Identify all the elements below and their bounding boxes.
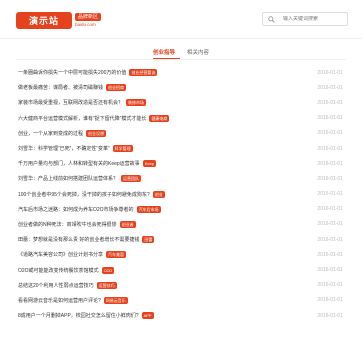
list-item[interactable]: 创业，一个从家到变成的过程 创业设想 2016-01-01 <box>18 126 343 141</box>
search-icon[interactable] <box>268 15 275 23</box>
article-title[interactable]: 《道路汽车美容公司》创业计划书分享 <box>18 251 103 258</box>
article-date: 2016-01-01 <box>317 175 343 182</box>
search-input[interactable] <box>283 16 343 22</box>
article-date: 2016-01-01 <box>317 282 343 289</box>
article-title[interactable]: 总结这20个利用人性弱点运营技巧 <box>18 282 94 289</box>
site-logo[interactable]: 演示站 品牌新区 baidu.com <box>16 11 102 29</box>
tab-startup-guide[interactable]: 创业指导 <box>149 46 179 58</box>
article-date: 2016-01-01 <box>317 312 343 319</box>
list-item[interactable]: 看看网游云音乐是如何运营用户评论? 网易云音乐 2016-01-01 <box>18 293 343 308</box>
article-date: 2016-01-01 <box>317 84 343 91</box>
tab-related-content[interactable]: 相关内容 <box>183 46 213 58</box>
list-item[interactable]: 家装市场最受重视，互联网改造是否还有机会？ 装修市场 2016-01-01 <box>18 95 343 110</box>
list-item[interactable]: 100个创业者中95个会死掉，没干掉的孩子如何避免成狗东? 创业 2016-01-0… <box>18 187 343 202</box>
article-title[interactable]: 汽车后市场之迷路：如何成为养车O2O市场争尊者的 <box>18 206 134 213</box>
article-title[interactable]: 做老板最痛苦：谋局者、被清司磁赚钱 <box>18 84 103 91</box>
list-item[interactable]: 千万用户量均与部门，人林和转型有关的Keep运营故事 Keep 2016-01-01 <box>18 156 343 171</box>
article-tag[interactable]: 创业设想 <box>86 129 107 137</box>
article-tag[interactable]: 创业者 <box>119 220 136 228</box>
article-tag[interactable]: O2O <box>101 266 115 274</box>
article-title[interactable]: 看看网游云音乐是如何运营用户评论? <box>18 297 101 304</box>
article-date: 2016-01-01 <box>317 251 343 258</box>
article-tag[interactable]: 运营技巧 <box>96 281 117 289</box>
article-title[interactable]: 刘雪华：产品上线前如何搭建团队运营体系？ <box>18 175 118 182</box>
article-title[interactable]: O2O或可能能改变传统餐饮茶馆模式 <box>18 267 99 274</box>
list-item[interactable]: 一条圈曲诉你损失一个中层可能损失200万的价值 创业经营要诀 2016-01-01 <box>18 65 343 80</box>
article-tag[interactable]: 健康电商 <box>149 114 170 122</box>
article-tag[interactable]: 创业招商 <box>106 84 127 92</box>
article-tag[interactable]: 汽车美容 <box>106 251 127 259</box>
list-item[interactable]: 《道路汽车美容公司》创业计划书分享 汽车美容 2016-01-01 <box>18 247 343 262</box>
logo-domain: baidu.com <box>75 22 96 27</box>
article-title[interactable]: 创业者做的N种死法：商靖吹牛也会死得很惨 <box>18 221 117 228</box>
article-date: 2016-01-01 <box>317 99 343 106</box>
article-title[interactable]: 刘雪华：科学管理“已死”，不确定性“变革” <box>18 145 110 152</box>
article-title[interactable]: 8成用户一个月删掉APP，校园社交怎么留住小鲜肉们? <box>18 312 139 319</box>
logo-mark: 演示站 <box>16 11 72 29</box>
article-title[interactable]: 100个创业者中95个会死掉，没干掉的孩子如何避免成狗东? <box>18 191 150 198</box>
article-title[interactable]: 千万用户量均与部门，人林和转型有关的Keep运营故事 <box>18 160 140 167</box>
search-box[interactable] <box>262 12 348 26</box>
article-date: 2016-01-01 <box>317 69 343 76</box>
list-item[interactable]: O2O或可能能改变传统餐饮茶馆模式 O2O 2016-01-01 <box>18 262 343 277</box>
article-date: 2016-01-01 <box>317 130 343 137</box>
category-tabs: 创业指导 相关内容 <box>0 45 362 59</box>
article-title[interactable]: 六大健商平台运营模式解析，谁有“捉下留代降”模式才能长 <box>18 115 146 122</box>
article-date: 2016-01-01 <box>317 206 343 213</box>
article-tag[interactable]: 科学管理 <box>112 145 133 153</box>
article-tag[interactable]: 创业 <box>152 190 165 198</box>
site-header: 演示站 品牌新区 baidu.com <box>0 0 362 38</box>
article-tag[interactable]: 运营团队 <box>121 175 142 183</box>
article-date: 2016-01-01 <box>317 115 343 122</box>
article-date: 2016-01-01 <box>317 267 343 274</box>
article-date: 2016-01-01 <box>317 191 343 198</box>
article-date: 2016-01-01 <box>317 160 343 167</box>
list-item[interactable]: 六大健商平台运营模式解析，谁有“捉下留代降”模式才能长 健康电商 2016-01-0… <box>18 111 343 126</box>
list-item[interactable]: 创业者做的N种死法：商靖吹牛也会死得很惨 创业者 2016-01-01 <box>18 217 343 232</box>
tab-divider <box>16 59 346 60</box>
article-title[interactable]: 一条圈曲诉你损失一个中层可能损失200万的价值 <box>18 69 126 76</box>
list-item[interactable]: 刘雪华：产品上线前如何搭建团队运营体系？ 运营团队 2016-01-01 <box>18 171 343 186</box>
article-title[interactable]: 创业，一个从家到变成的过程 <box>18 130 83 137</box>
list-item[interactable]: 做老板最痛苦：谋局者、被清司磁赚钱 创业招商 2016-01-01 <box>18 80 343 95</box>
article-title[interactable]: 田蕾：梦想就是没有那么贵 好的创业者增长不需要捷钱 <box>18 236 139 243</box>
article-tag[interactable]: 装修市场 <box>126 99 147 107</box>
article-date: 2016-01-01 <box>317 221 343 228</box>
article-list: 一条圈曲诉你损失一个中层可能损失200万的价值 创业经营要诀 2016-01-01 做… <box>18 65 343 323</box>
article-tag[interactable]: 创业经营要诀 <box>129 69 158 77</box>
list-item[interactable]: 8成用户一个月删掉APP，校园社交怎么留住小鲜肉们? APP 2016-01-01 <box>18 308 343 323</box>
list-item[interactable]: 总结这20个利用人性弱点运营技巧 运营技巧 2016-01-01 <box>18 278 343 293</box>
article-date: 2016-01-01 <box>317 236 343 243</box>
article-tag[interactable]: 网易云音乐 <box>103 296 128 304</box>
article-tag[interactable]: 田蕾 <box>142 236 155 244</box>
list-item[interactable]: 刘雪华：科学管理“已死”，不确定性“变革” 科学管理 2016-01-01 <box>18 141 343 156</box>
list-item[interactable]: 汽车后市场之迷路：如何成为养车O2O市场争尊者的 汽车后市场 2016-01-01 <box>18 202 343 217</box>
article-tag[interactable]: APP <box>141 312 154 320</box>
article-tag[interactable]: 汽车后市场 <box>136 205 161 213</box>
header-divider <box>0 38 362 39</box>
article-title[interactable]: 家装市场最受重视，互联网改造是否还有机会？ <box>18 99 123 106</box>
article-tag[interactable]: Keep <box>142 160 157 168</box>
list-item[interactable]: 田蕾：梦想就是没有那么贵 好的创业者增长不需要捷钱 田蕾 2016-01-01 <box>18 232 343 247</box>
article-date: 2016-01-01 <box>317 297 343 304</box>
article-date: 2016-01-01 <box>317 145 343 152</box>
logo-side: 品牌新区 baidu.com <box>75 13 102 27</box>
logo-badge: 品牌新区 <box>75 13 102 21</box>
